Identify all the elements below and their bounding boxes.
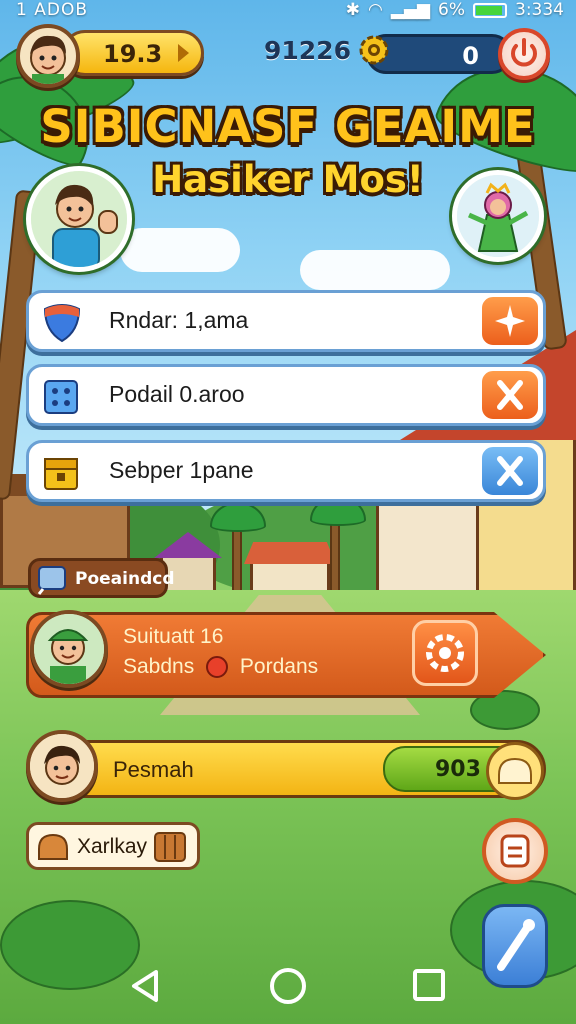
settings-button[interactable]: [412, 620, 478, 686]
battery-fill: [476, 5, 502, 15]
gear-icon: [426, 634, 464, 672]
bread-icon: [498, 757, 532, 784]
signal-icon: ▂▄▆: [390, 0, 431, 20]
banner-line-2b: Pordans: [239, 655, 319, 678]
wifi-icon: ◠: [367, 0, 383, 20]
inventory-tag[interactable]: Xarlkay: [26, 822, 200, 870]
crate-icon: [154, 832, 186, 862]
menu-row-label: Rndar: 1,ama: [109, 307, 249, 333]
player-value: 903: [435, 757, 481, 782]
shield-icon: [43, 304, 81, 343]
player-bar-avatar: [26, 730, 98, 802]
chevron-right-icon: [178, 44, 189, 62]
menu-row-1[interactable]: Rndar: 1,ama: [26, 290, 546, 352]
small-tag-label: Poeaindcd: [75, 569, 175, 589]
home-icon[interactable]: [270, 968, 306, 1004]
sparkle-icon: [495, 305, 525, 337]
close-button[interactable]: [479, 368, 541, 422]
waving-boy-icon: [31, 171, 127, 267]
power-icon: [511, 38, 537, 67]
farmer-face-icon: [34, 614, 104, 684]
game-title: SIBICNASF GEAIME: [40, 100, 536, 153]
player-avatar[interactable]: [16, 24, 80, 88]
box-icon: [44, 458, 78, 490]
cloud: [120, 228, 240, 272]
bread-icon: [38, 833, 68, 860]
banner-line-1: Suituatt 16: [123, 625, 224, 648]
menu-row-2[interactable]: Podail 0.aroo: [26, 364, 546, 426]
menu-row-label: Sebper 1pane: [109, 457, 254, 483]
status-time: 3:334: [515, 0, 564, 20]
back-icon[interactable]: [128, 968, 164, 1004]
battery-icon: [473, 2, 507, 18]
cloud: [300, 250, 450, 290]
close-button[interactable]: [479, 444, 541, 498]
power-button[interactable]: [498, 28, 550, 80]
player-progress-bar[interactable]: Pesmah 903: [26, 740, 546, 798]
boy-face-icon: [30, 734, 94, 798]
close-icon: [497, 456, 523, 486]
status-right: ✱ ◠ ▂▄▆ 6% 3:334: [346, 0, 564, 20]
recent-apps-icon[interactable]: [413, 969, 445, 1001]
inventory-tag-label: Xarlkay: [77, 835, 148, 858]
coin-value: 19.3: [103, 40, 163, 68]
gem-value: 0: [462, 42, 479, 70]
sparkle-button[interactable]: [479, 294, 541, 348]
quest-avatar: [30, 610, 108, 688]
roof: [244, 542, 336, 564]
map-icon: [37, 566, 66, 595]
status-left-text: 1 ADOB: [16, 0, 88, 20]
close-icon: [497, 380, 523, 410]
bluetooth-icon: ✱: [345, 0, 360, 20]
score-value: 91226: [264, 36, 351, 65]
banner-line-2a: Sabdns: [123, 655, 195, 678]
player-portrait[interactable]: [26, 166, 132, 272]
small-tag[interactable]: Poeaindcd: [28, 558, 175, 598]
npc-portrait[interactable]: [452, 170, 544, 262]
menu-row-3[interactable]: Sebper 1pane: [26, 440, 546, 502]
gear-icon: [359, 35, 389, 65]
house: [376, 490, 480, 600]
tomato-icon: [206, 656, 229, 679]
cube-icon: [44, 380, 78, 414]
girl-character-icon: [457, 175, 539, 257]
boy-face-icon: [30, 35, 66, 84]
banner-line-2: Sabdns Pordans: [123, 655, 318, 679]
status-bar: 1 ADOB ✱ ◠ ▂▄▆ 6% 3:334: [0, 0, 576, 24]
coin-counter[interactable]: 19.3: [62, 30, 204, 76]
player-name: Pesmah: [113, 757, 194, 782]
backpack-button[interactable]: [482, 818, 548, 884]
backpack-icon: [500, 834, 530, 868]
battery-percent: 6%: [438, 0, 465, 20]
bread-button[interactable]: [486, 742, 544, 800]
menu-row-label: Podail 0.aroo: [109, 381, 245, 407]
navigation-bar: [0, 948, 576, 1024]
